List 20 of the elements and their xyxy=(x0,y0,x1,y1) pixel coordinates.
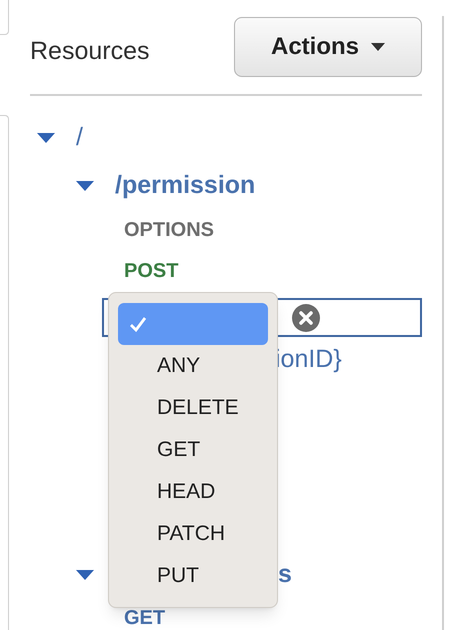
panel-title: Resources xyxy=(30,36,150,68)
caret-icon[interactable] xyxy=(37,133,55,143)
resource-path[interactable]: s xyxy=(278,556,292,594)
menu-option[interactable]: PATCH xyxy=(118,513,268,555)
caret-icon[interactable] xyxy=(76,570,94,580)
menu-option[interactable]: ANY xyxy=(118,345,268,387)
check-icon xyxy=(128,316,146,332)
actions-button[interactable]: Actions xyxy=(234,17,422,77)
resource-path[interactable]: / xyxy=(76,119,83,157)
menu-option[interactable]: DELETE xyxy=(118,387,268,429)
menu-option[interactable]: HEAD xyxy=(118,471,268,513)
method-name[interactable]: OPTIONS xyxy=(124,215,214,245)
caret-icon xyxy=(371,43,385,51)
menu-option[interactable]: PUT xyxy=(118,555,268,597)
clear-icon[interactable] xyxy=(292,304,320,332)
resource-path[interactable]: /permission xyxy=(115,167,256,205)
side-panel-edge xyxy=(0,0,9,35)
caret-icon[interactable] xyxy=(76,181,94,191)
method-name[interactable]: POST xyxy=(124,256,178,286)
menu-option[interactable]: GET xyxy=(118,429,268,471)
